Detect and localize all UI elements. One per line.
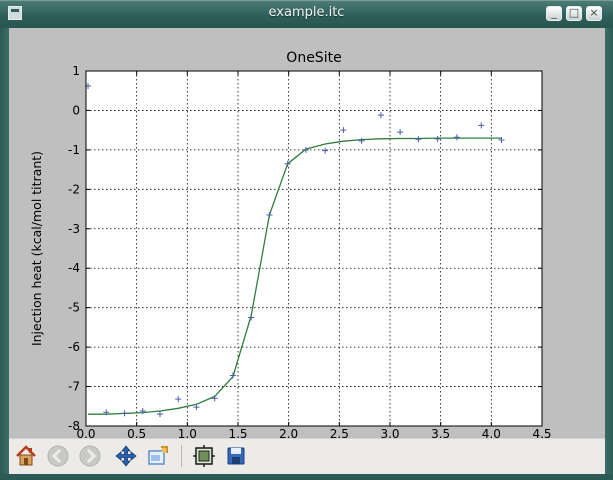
y-tick-label: -8: [68, 419, 80, 433]
x-tick-label: 1.0: [178, 427, 197, 438]
y-tick-label: -1: [68, 143, 80, 157]
window-frame-bottom: [0, 474, 613, 480]
floppy-disk-icon: [227, 447, 245, 465]
save-button[interactable]: [223, 443, 249, 469]
chart: 0.0 0.5 1.0 1.5 2.0 2.5 3.0 3.5 4.0 4.510-1-2-3-4…: [29, 50, 552, 441]
back-arrow-icon: [47, 445, 69, 467]
close-button[interactable]: ×: [586, 6, 602, 21]
x-tick-label: 0.5: [127, 427, 146, 438]
x-tick-label: 1.5: [228, 427, 247, 438]
plot-area: [86, 71, 542, 426]
y-axis-label: Injection heat (kcal/mol titrant): [29, 151, 44, 346]
toolbar-separator: [181, 445, 182, 467]
figure-canvas[interactable]: 0.0 0.5 1.0 1.5 2.0 2.5 3.0 3.5 4.0 4.5 1 0 -1 -2 -3 -4…: [9, 28, 605, 441]
title-bar[interactable]: example.itc _ □ ×: [0, 0, 613, 28]
x-tick-label: 3.5: [431, 427, 450, 438]
minimize-button[interactable]: _: [546, 6, 562, 21]
x-tick-label: 4.0: [482, 427, 501, 438]
y-tick-label: -4: [68, 261, 80, 275]
back-button[interactable]: [45, 443, 71, 469]
subplots-button[interactable]: [191, 443, 217, 469]
pan-button[interactable]: [113, 443, 139, 469]
window-title: example.itc: [268, 5, 345, 20]
forward-button[interactable]: [77, 443, 103, 469]
window-frame-right: [605, 28, 613, 480]
y-tick-label: -3: [68, 222, 80, 236]
x-tick-label: 2.5: [330, 427, 349, 438]
y-tick-label: -2: [68, 182, 80, 196]
y-tick-label: -7: [68, 380, 80, 394]
x-tick-label: 4.5: [532, 427, 551, 438]
zoom-rect-icon: [148, 446, 168, 465]
chart-title: OneSite: [286, 50, 341, 66]
home-button[interactable]: [13, 443, 39, 469]
app-window: example.itc _ □ × 0.0 0.5 1.0 1.5 2.0 2.5 3.0 3…: [0, 0, 613, 480]
y-tick-label: -6: [68, 340, 80, 354]
subplots-config-icon: [193, 445, 215, 467]
maximize-button[interactable]: □: [566, 6, 582, 21]
window-frame-left: [0, 28, 9, 480]
y-tick-label: -5: [68, 301, 80, 315]
x-tick-label: 2.0: [279, 427, 298, 438]
home-icon: [16, 445, 36, 466]
pan-arrows-icon: [115, 445, 137, 467]
y-tick-label: 1: [72, 64, 80, 78]
forward-arrow-icon: [79, 445, 101, 467]
x-tick-label: 3.0: [380, 427, 399, 438]
y-tick-label: 0: [72, 103, 80, 117]
navigation-toolbar: [9, 438, 605, 475]
zoom-button[interactable]: [145, 443, 171, 469]
